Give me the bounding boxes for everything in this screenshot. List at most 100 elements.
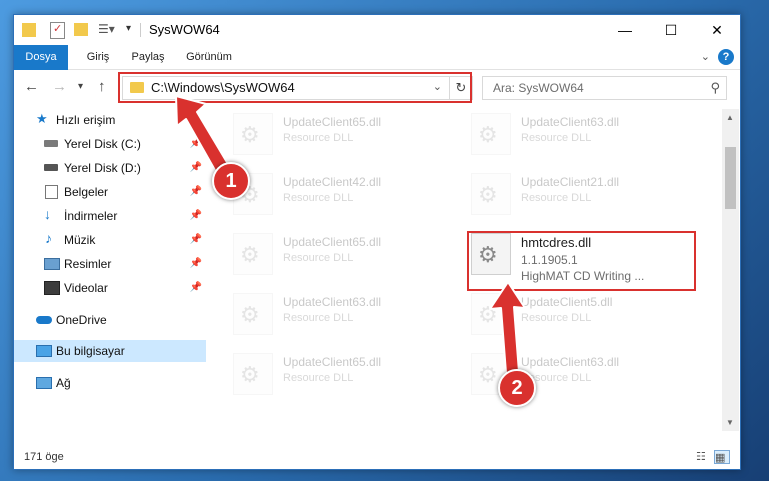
details-view-icon[interactable]: ☷ xyxy=(696,450,710,463)
search-box[interactable]: Ara: SysWOW64 ⚲ xyxy=(482,76,727,100)
file-name: UpdateClient65.dll xyxy=(283,115,382,129)
file-item[interactable]: ⚙ UpdateClient42.dll Resource DLL xyxy=(233,171,453,217)
sidebar-item-label: Hızlı erişim xyxy=(56,113,116,127)
address-highlight-box xyxy=(118,72,472,103)
pin-icon[interactable]: 📌 xyxy=(190,258,202,269)
tab-view[interactable]: Görünüm xyxy=(182,45,236,69)
toolbar-dropdown-icon[interactable]: ▾ xyxy=(126,23,131,34)
file-item[interactable]: ⚙ UpdateClient21.dll Resource DLL xyxy=(471,171,691,217)
file-item[interactable]: ⚙ UpdateClient65.dll Resource DLL xyxy=(233,231,453,277)
file-item[interactable]: ⚙ UpdateClient63.dll Resource DLL xyxy=(471,111,691,157)
up-button[interactable]: ↑ xyxy=(98,78,106,95)
sidebar-item-label: OneDrive xyxy=(56,313,107,327)
file-item[interactable]: ⚙ UpdateClient65.dll Resource DLL xyxy=(233,351,453,397)
file-highlight-box xyxy=(467,231,696,291)
network-icon xyxy=(36,377,52,389)
back-button[interactable]: ← xyxy=(24,78,39,95)
title-bar: ✓ ☰▾ ▾ SysWOW64 — ☐ ✕ xyxy=(14,15,740,45)
dll-file-icon: ⚙ xyxy=(233,113,273,155)
sidebar-item-label: Ağ xyxy=(56,376,71,390)
scroll-up-icon[interactable]: ▲ xyxy=(726,113,734,122)
pin-icon[interactable]: 📌 xyxy=(190,138,202,149)
forward-button[interactable]: → xyxy=(52,78,67,95)
download-icon: ↓ xyxy=(44,206,51,222)
file-description: Resource DLL xyxy=(521,192,592,204)
drive-icon xyxy=(44,140,58,147)
pin-icon[interactable]: 📌 xyxy=(190,210,202,221)
sidebar-item-local-disk-d[interactable]: Yerel Disk (D:) 📌 xyxy=(14,157,206,179)
star-icon: ★ xyxy=(36,111,48,126)
sidebar-item-pictures[interactable]: Resimler 📌 xyxy=(14,253,206,275)
file-item[interactable]: ⚙ UpdateClient65.dll Resource DLL xyxy=(233,111,453,157)
tab-home[interactable]: Giriş xyxy=(80,45,116,69)
file-name: UpdateClient65.dll xyxy=(283,355,382,369)
navigation-pane: ★ Hızlı erişim Yerel Disk (C:) 📌 Yerel D… xyxy=(14,109,206,409)
status-bar: 171 öge ☷ ▦ xyxy=(14,445,740,469)
file-name: UpdateClient65.dll xyxy=(283,235,382,249)
window-title: SysWOW64 xyxy=(149,22,220,37)
expand-ribbon-icon[interactable]: ⌄ xyxy=(701,50,710,63)
help-button[interactable]: ? xyxy=(718,49,734,65)
sidebar-item-music[interactable]: ♪ Müzik 📌 xyxy=(14,229,206,251)
new-folder-icon[interactable] xyxy=(74,23,88,36)
pin-icon[interactable]: 📌 xyxy=(190,162,202,173)
sidebar-item-label: Videolar xyxy=(64,281,108,295)
dll-file-icon: ⚙ xyxy=(471,293,511,335)
pin-icon[interactable]: 📌 xyxy=(190,186,202,197)
sidebar-item-local-disk-c[interactable]: Yerel Disk (C:) 📌 xyxy=(14,133,206,155)
sidebar-item-label: Müzik xyxy=(64,233,96,247)
file-name: UpdateClient63.dll xyxy=(283,295,382,309)
scroll-thumb[interactable] xyxy=(725,147,736,209)
customize-toolbar-icon[interactable]: ☰▾ xyxy=(98,22,115,36)
computer-icon xyxy=(36,345,52,357)
search-icon[interactable]: ⚲ xyxy=(710,80,720,96)
sidebar-item-videos[interactable]: Videolar 📌 xyxy=(14,277,206,299)
search-input[interactable]: Ara: SysWOW64 xyxy=(493,81,584,95)
maximize-button[interactable]: ☐ xyxy=(648,15,694,45)
dll-file-icon: ⚙ xyxy=(471,113,511,155)
file-description: Resource DLL xyxy=(283,132,354,144)
video-icon xyxy=(44,281,60,295)
step-1-badge: 1 xyxy=(212,162,250,200)
dll-file-icon: ⚙ xyxy=(233,233,273,275)
sidebar-item-label: Belgeler xyxy=(64,185,109,199)
scroll-down-icon[interactable]: ▼ xyxy=(726,418,734,427)
close-button[interactable]: ✕ xyxy=(694,15,740,45)
sidebar-item-quick-access[interactable]: ★ Hızlı erişim xyxy=(14,109,206,131)
sidebar-item-label: Yerel Disk (C:) xyxy=(64,137,141,151)
title-separator xyxy=(140,23,141,37)
dll-file-icon: ⚙ xyxy=(471,173,511,215)
sidebar-item-onedrive[interactable]: OneDrive xyxy=(14,309,206,331)
vertical-scrollbar[interactable]: ▲ ▼ xyxy=(722,109,739,431)
step-2-badge: 2 xyxy=(498,369,536,407)
properties-icon[interactable]: ✓ xyxy=(50,22,65,39)
file-item[interactable]: ⚙ UpdateClient63.dll Resource DLL xyxy=(233,291,453,337)
file-name: UpdateClient21.dll xyxy=(521,175,620,189)
pin-icon[interactable]: 📌 xyxy=(190,234,202,245)
file-name: UpdateClient63.dll xyxy=(521,355,620,369)
sidebar-item-documents[interactable]: Belgeler 📌 xyxy=(14,181,206,203)
sidebar-item-label: Yerel Disk (D:) xyxy=(64,161,141,175)
folder-icon xyxy=(22,23,36,37)
file-description: Resource DLL xyxy=(283,372,354,384)
large-icons-view-icon[interactable]: ▦ xyxy=(714,450,730,464)
file-name: UpdateClient5.dll xyxy=(521,295,613,309)
file-description: Resource DLL xyxy=(283,192,354,204)
pin-icon[interactable]: 📌 xyxy=(190,282,202,293)
file-description: Resource DLL xyxy=(521,312,592,324)
minimize-button[interactable]: — xyxy=(602,15,648,45)
recent-locations-button[interactable]: ▾ xyxy=(78,81,83,92)
pictures-icon xyxy=(44,258,60,270)
cloud-icon xyxy=(36,316,52,324)
sidebar-item-network[interactable]: Ağ xyxy=(14,372,206,394)
tab-share[interactable]: Paylaş xyxy=(128,45,168,69)
ribbon-tabs: Dosya Giriş Paylaş Görünüm ⌄ ? xyxy=(14,45,740,91)
drive-icon xyxy=(44,164,58,171)
sidebar-item-label: İndirmeler xyxy=(64,209,118,223)
file-description: Resource DLL xyxy=(283,252,354,264)
sidebar-item-this-pc[interactable]: Bu bilgisayar xyxy=(14,340,206,362)
sidebar-item-label: Bu bilgisayar xyxy=(56,344,125,358)
music-icon: ♪ xyxy=(45,230,52,246)
sidebar-item-downloads[interactable]: ↓ İndirmeler 📌 xyxy=(14,205,206,227)
file-item[interactable]: ⚙ UpdateClient5.dll Resource DLL xyxy=(471,291,691,337)
